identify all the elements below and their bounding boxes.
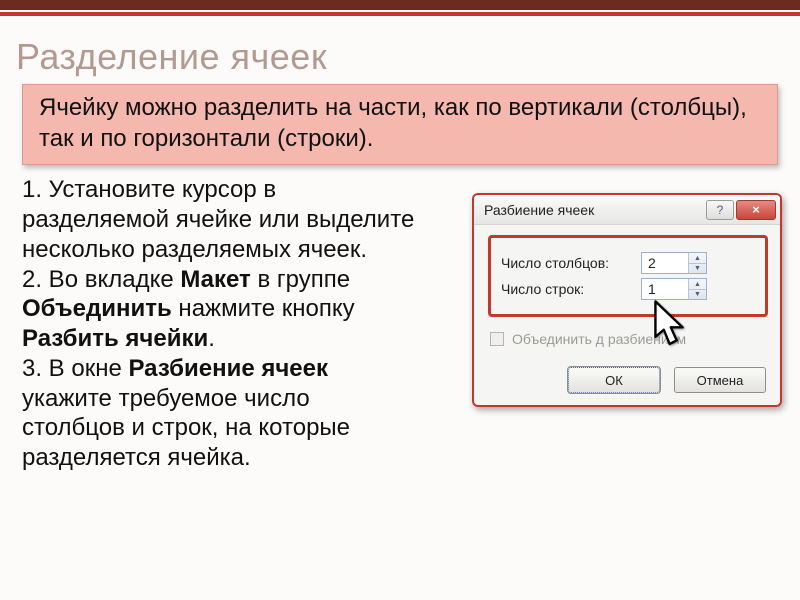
ok-button[interactable]: ОК bbox=[568, 367, 660, 393]
columns-up-icon[interactable]: ▲ bbox=[689, 253, 706, 264]
rows-row: Число строк: 1 ▲ ▼ bbox=[501, 278, 755, 300]
fields-highlight: Число столбцов: 2 ▲ ▼ Число строк: 1 bbox=[488, 235, 768, 317]
merge-before-split-label: Объединить д разбиением bbox=[512, 331, 686, 347]
step-3: 3. В окне Разбиение ячеек укажите требуе… bbox=[22, 354, 418, 473]
split-cells-dialog: Разбиение ячеек ? × Число столбцов: 2 bbox=[472, 193, 782, 407]
top-stripe bbox=[0, 0, 800, 10]
help-icon: ? bbox=[717, 203, 724, 217]
rows-spinner[interactable]: 1 ▲ ▼ bbox=[641, 278, 707, 300]
dialog-titlebar[interactable]: Разбиение ячеек ? × bbox=[474, 195, 780, 225]
close-button[interactable]: × bbox=[736, 200, 776, 220]
columns-value: 2 bbox=[642, 255, 688, 271]
close-icon: × bbox=[752, 203, 760, 216]
dialog-title: Разбиение ячеек bbox=[484, 202, 706, 218]
instructions: 1. Установите курсор в разделяемой ячейк… bbox=[22, 175, 418, 473]
checkbox-icon[interactable] bbox=[490, 332, 504, 346]
rows-label: Число строк: bbox=[501, 281, 641, 297]
rows-value: 1 bbox=[642, 281, 688, 297]
intro-text: Ячейку можно разделить на части, как по … bbox=[39, 94, 747, 152]
cancel-button[interactable]: Отмена bbox=[674, 367, 766, 393]
rows-up-icon[interactable]: ▲ bbox=[689, 279, 706, 290]
columns-row: Число столбцов: 2 ▲ ▼ bbox=[501, 252, 755, 274]
step-2: 2. Во вкладке Макет в группе Объединить … bbox=[22, 265, 418, 354]
slide-title: Разделение ячеек bbox=[0, 30, 800, 82]
columns-down-icon[interactable]: ▼ bbox=[689, 264, 706, 274]
rows-down-icon[interactable]: ▼ bbox=[689, 290, 706, 300]
help-button[interactable]: ? bbox=[706, 200, 734, 220]
merge-before-split-row[interactable]: Объединить д разбиением bbox=[490, 331, 768, 347]
intro-box: Ячейку можно разделить на части, как по … bbox=[22, 84, 778, 165]
columns-spinner[interactable]: 2 ▲ ▼ bbox=[641, 252, 707, 274]
columns-label: Число столбцов: bbox=[501, 255, 641, 271]
step-1: 1. Установите курсор в разделяемой ячейк… bbox=[22, 175, 418, 264]
